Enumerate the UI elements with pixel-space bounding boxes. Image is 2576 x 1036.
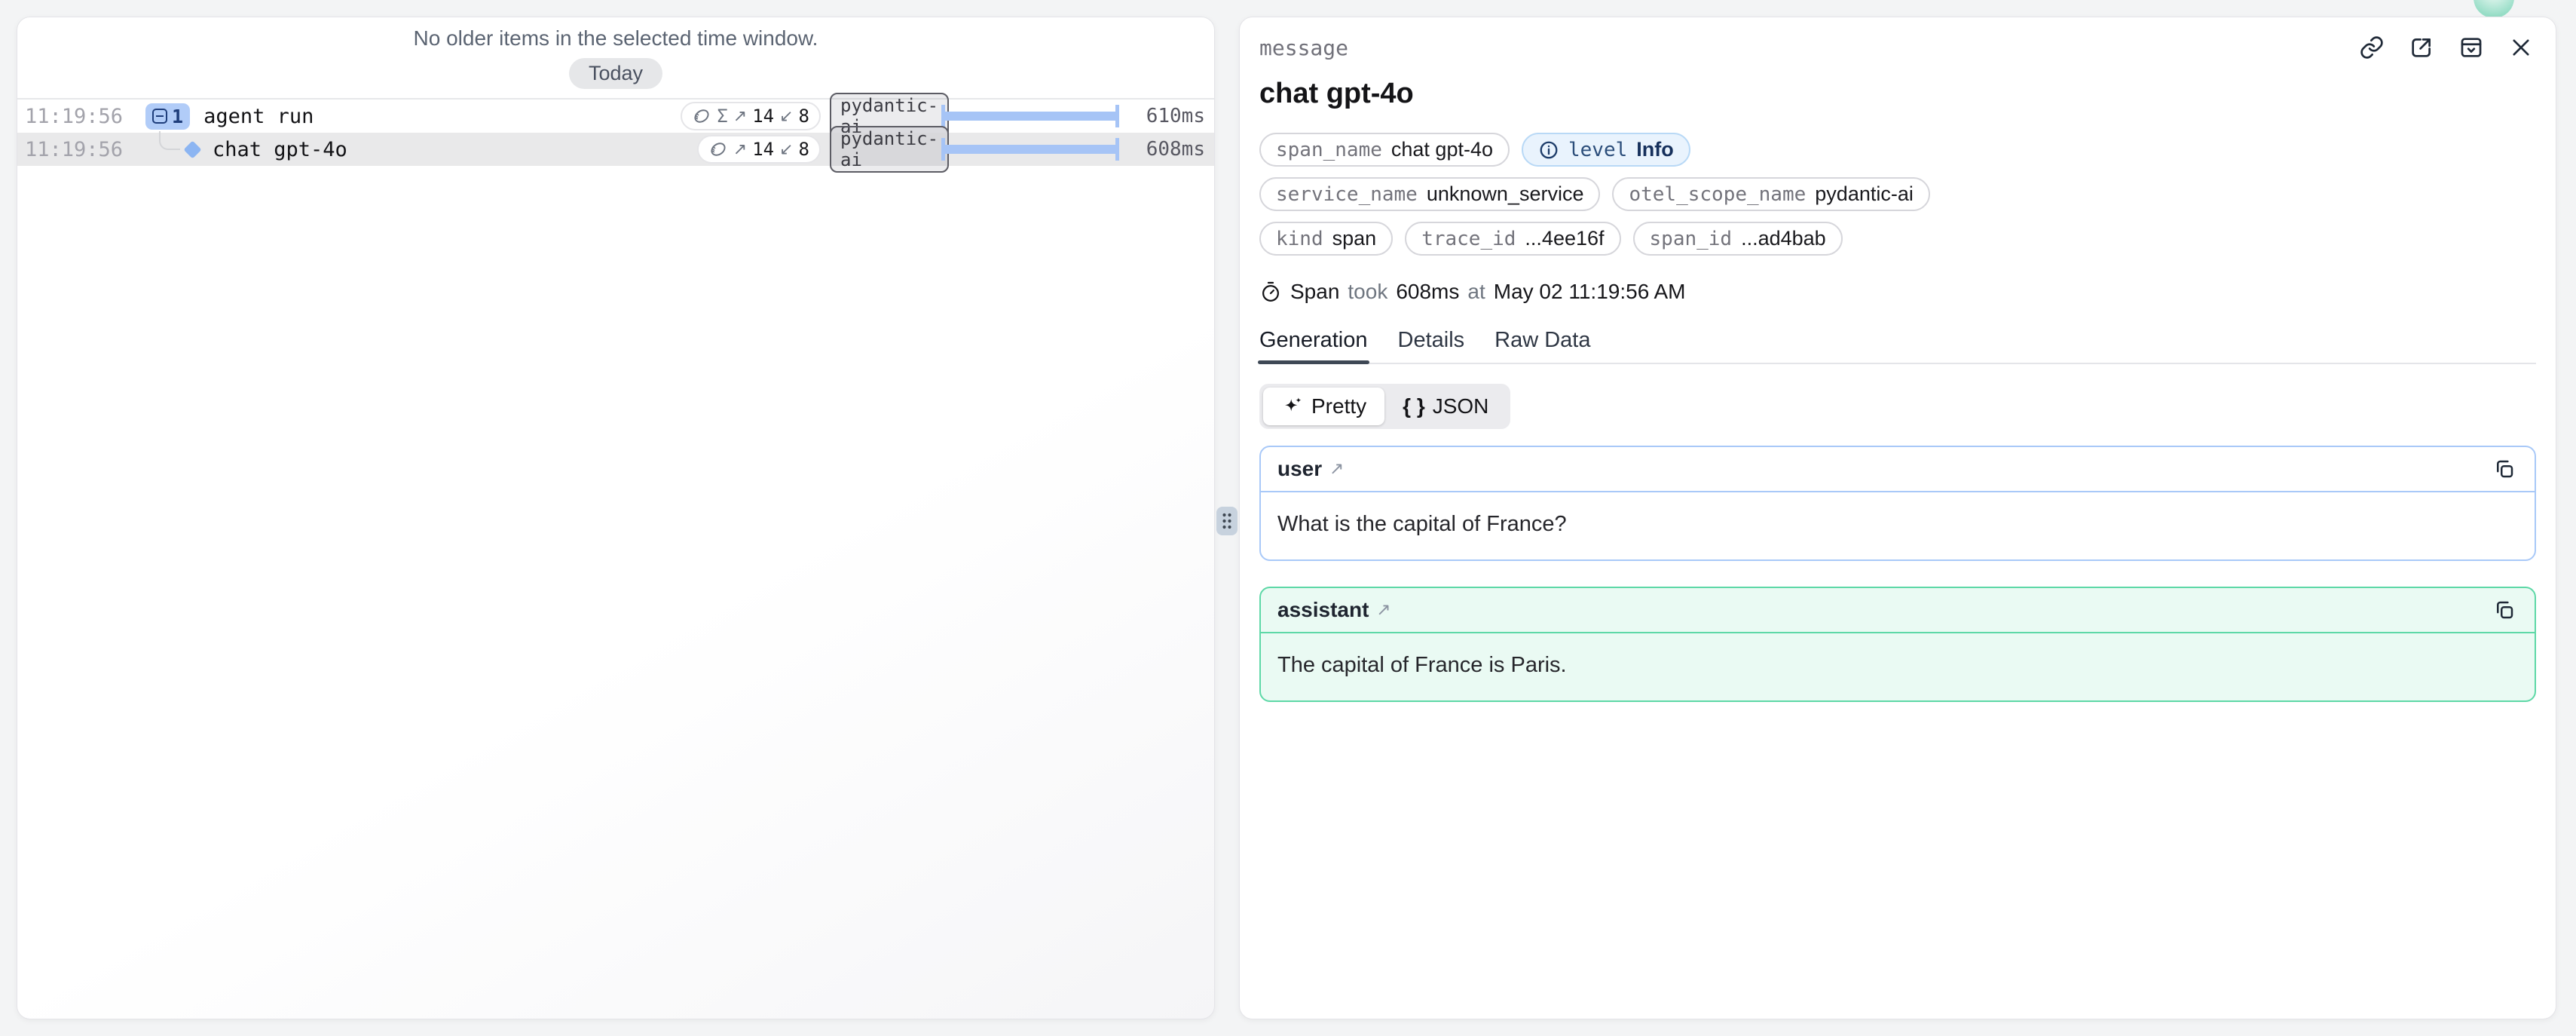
span-duration: 610ms — [1119, 105, 1205, 127]
trace-list-panel: No older items in the selected time wind… — [17, 17, 1215, 1019]
attr-pill-trace-id[interactable]: trace_id ...4ee16f — [1405, 222, 1620, 256]
tree-connector-line — [159, 131, 180, 150]
today-button[interactable]: Today — [569, 58, 662, 89]
copy-icon — [2493, 458, 2516, 480]
external-link-icon — [2409, 35, 2434, 60]
attr-pill-service-name[interactable]: service_name unknown_service — [1259, 177, 1600, 211]
pretty-view-button[interactable]: Pretty — [1263, 388, 1384, 425]
trace-row-chat-gpt-4o[interactable]: 11:19:56 chat gpt-4o ↗14 ↙8 pydantic-ai — [17, 133, 1214, 166]
attr-pill-span-id[interactable]: span_id ...ad4bab — [1633, 222, 1843, 256]
row-timestamp: 11:19:56 — [25, 138, 127, 161]
attr-pill-kind[interactable]: kind span — [1259, 222, 1393, 256]
coin-icon — [708, 139, 728, 159]
braces-icon: { } — [1403, 394, 1425, 418]
link-icon — [2359, 35, 2385, 60]
message-card-assistant: assistant ↗ The capital of France is Par… — [1259, 587, 2536, 702]
tab-generation[interactable]: Generation — [1259, 328, 1368, 363]
dock-panel-button[interactable] — [2456, 32, 2486, 63]
copy-message-button[interactable] — [2491, 455, 2518, 483]
span-kind-label: message — [1259, 35, 1348, 60]
message-card-user: user ↗ What is the capital of France? — [1259, 446, 2536, 561]
role-link-user[interactable]: user ↗ — [1277, 457, 1344, 481]
open-in-new-button[interactable] — [2406, 32, 2437, 63]
tokens-out-icon: ↙ — [779, 140, 793, 159]
span-duration: 608ms — [1119, 138, 1205, 161]
tokens-in-icon: ↗ — [733, 140, 747, 159]
collapse-minus-icon — [152, 109, 167, 124]
copy-message-button[interactable] — [2491, 596, 2518, 624]
status-orb — [2474, 0, 2514, 18]
sparkle-icon — [1281, 395, 1304, 418]
panel-splitter-handle[interactable] — [1216, 507, 1238, 535]
close-button[interactable] — [2506, 32, 2536, 63]
copy-icon — [2493, 599, 2516, 621]
open-link-arrow-icon: ↗ — [1376, 600, 1390, 620]
time-window-header: No older items in the selected time wind… — [17, 17, 1214, 100]
message-content-user: What is the capital of France? — [1261, 492, 2535, 559]
span-title: chat gpt-4o — [1259, 78, 2536, 110]
tokens-in-count: 14 — [752, 106, 774, 127]
attr-pill-span-name[interactable]: span_name chat gpt-4o — [1259, 133, 1510, 167]
collapse-toggle[interactable]: 1 — [145, 103, 190, 130]
copy-link-button[interactable] — [2357, 32, 2387, 63]
attribute-badges: span_name chat gpt-4o level Info service… — [1259, 133, 2536, 256]
info-icon — [1538, 139, 1559, 161]
tab-details[interactable]: Details — [1398, 328, 1465, 363]
message-content-assistant: The capital of France is Paris. — [1261, 633, 2535, 700]
tokens-in-icon: ↗ — [733, 107, 747, 126]
token-usage-badge: ↗ 14 ↙ 8 — [697, 135, 821, 164]
timing-duration: 608ms — [1396, 280, 1459, 304]
dock-bottom-icon — [2458, 35, 2484, 60]
tokens-out-count: 8 — [799, 106, 809, 127]
attr-pill-otel-scope-name[interactable]: otel_scope_name pydantic-ai — [1612, 177, 1929, 211]
drag-dots-icon — [1220, 511, 1234, 531]
span-name-label: chat gpt-4o — [213, 138, 347, 161]
sigma-total-icon: Σ — [717, 106, 727, 127]
stopwatch-icon — [1259, 280, 1282, 303]
span-timing-summary: Span took 608ms at May 02 11:19:56 AM — [1259, 280, 2536, 304]
coin-icon — [692, 106, 711, 126]
json-view-button[interactable]: { } JSON — [1384, 388, 1507, 425]
span-timeline-bar — [941, 133, 1119, 166]
tokens-out-count: 8 — [799, 139, 809, 160]
tab-raw-data[interactable]: Raw Data — [1495, 328, 1590, 363]
view-mode-toggle: Pretty { } JSON — [1259, 384, 1510, 429]
span-detail-panel: message — [1239, 17, 2556, 1019]
open-link-arrow-icon: ↗ — [1329, 459, 1344, 479]
close-icon — [2508, 35, 2534, 60]
detail-tabs: Generation Details Raw Data — [1259, 328, 2536, 364]
span-diamond-icon — [183, 140, 201, 158]
tokens-out-icon: ↙ — [779, 107, 793, 126]
row-timestamp: 11:19:56 — [25, 105, 127, 128]
attr-pill-level[interactable]: level Info — [1522, 133, 1690, 167]
collapsed-children-count: 1 — [172, 106, 183, 127]
span-name-label: agent run — [203, 105, 314, 128]
empty-window-notice: No older items in the selected time wind… — [25, 26, 1207, 51]
scope-tag: pydantic-ai — [830, 126, 949, 173]
tokens-in-count: 14 — [752, 139, 774, 160]
role-link-assistant[interactable]: assistant ↗ — [1277, 598, 1391, 622]
timing-timestamp: May 02 11:19:56 AM — [1494, 280, 1686, 304]
